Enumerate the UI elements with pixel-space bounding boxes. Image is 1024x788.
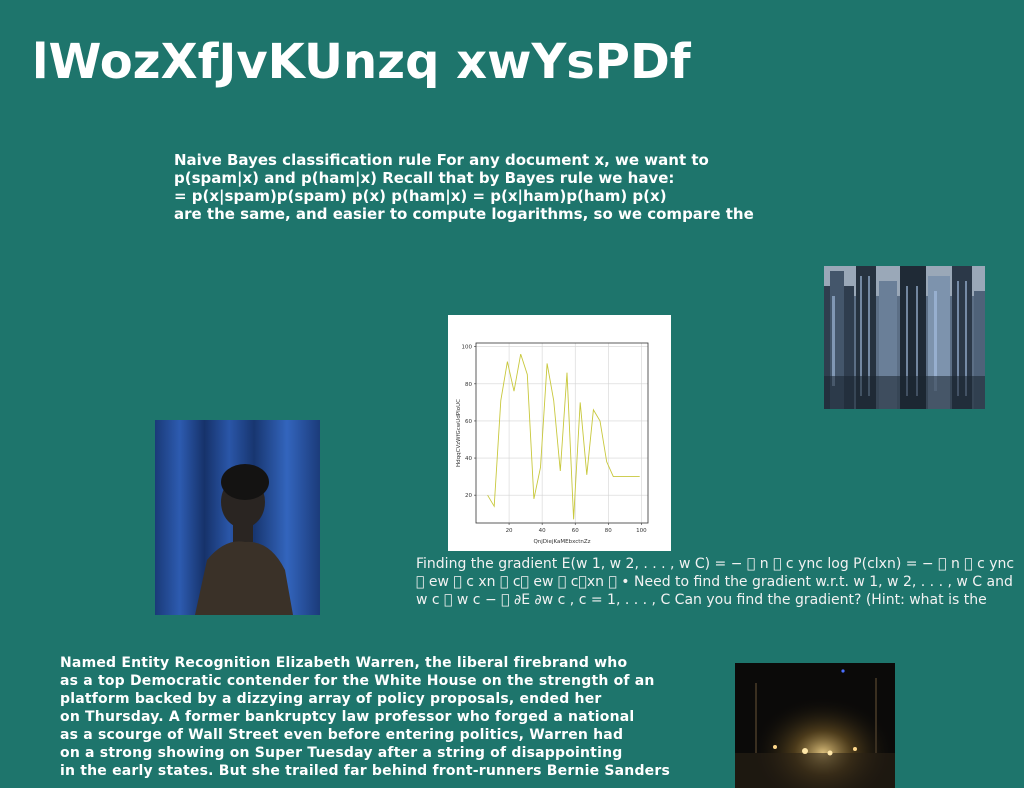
- chart-y-tick-label: 60: [465, 419, 472, 425]
- chart-ticks: 20 40 60 80 100 20 40 60 80 100: [462, 345, 648, 534]
- chart-y-tick-label: 80: [465, 382, 472, 388]
- text-line: Naive Bayes classification rule For any …: [174, 151, 709, 169]
- text-line: are the same, and easier to compute loga…: [174, 205, 754, 223]
- naive-bayes-paragraph: Naive Bayes classification rule For any …: [174, 151, 814, 223]
- chart-y-tick-label: 40: [465, 456, 472, 462]
- text-line: on a strong showing on Super Tuesday aft…: [60, 745, 623, 761]
- gradient-paragraph: Finding the gradient E(w 1, w 2, . . . ,…: [416, 555, 1016, 609]
- chart-x-tick-label: 80: [605, 528, 612, 534]
- ner-paragraph: Named Entity Recognition Elizabeth Warre…: [60, 654, 700, 780]
- chart-y-tick-label: 100: [462, 345, 473, 351]
- text-line: as a scourge of Wall Street even before …: [60, 727, 624, 743]
- chart-grid: [476, 343, 648, 523]
- line-chart: 20 40 60 80 100 20 40 60 80 100 QnjDiejKaMEbxctnZ…: [448, 315, 671, 551]
- text-line: w c   w c −   ∂E ∂w c , c = 1, . . . , C…: [416, 592, 987, 608]
- page-title: lWozXfJvKUnzq xwYsPDf: [32, 34, 691, 90]
- chart-x-tick-label: 60: [572, 528, 579, 534]
- chart-plot-area: [475, 342, 649, 524]
- chart-series-line: [487, 353, 640, 520]
- chart-x-tick-label: 100: [636, 528, 647, 534]
- text-line: Finding the gradient E(w 1, w 2, . . . ,…: [416, 556, 1015, 572]
- text-line: Named Entity Recognition Elizabeth Warre…: [60, 655, 628, 671]
- city-skyline-photo: [824, 266, 985, 409]
- chart-x-tick-label: 40: [539, 528, 546, 534]
- portrait-photo: [155, 420, 320, 615]
- text-line:   ew   c xn   c  ew   c xn   • Need to f…: [416, 574, 1013, 590]
- chart-series: [487, 353, 640, 520]
- text-line: p(spam|x) and p(ham|x) Recall that by Ba…: [174, 169, 675, 187]
- chart-x-axis-label: QnjDiejKaMEbxctnZz: [533, 539, 590, 545]
- text-line: on Thursday. A former bankruptcy law pro…: [60, 709, 635, 725]
- text-line: in the early states. But she trailed far…: [60, 763, 671, 779]
- chart-y-tick-label: 20: [465, 493, 472, 499]
- chart-y-axis-label: HdqqCVzWfGcwUdPIoUC: [456, 399, 462, 467]
- text-line: as a top Democratic contender for the Wh…: [60, 673, 655, 689]
- chart-x-tick-label: 20: [506, 528, 513, 534]
- text-line: = p(x|spam)p(spam) p(x) p(ham|x) = p(x|h…: [174, 187, 667, 205]
- text-line: platform backed by a dizzying array of p…: [60, 691, 602, 707]
- night-street-photo: [735, 663, 895, 788]
